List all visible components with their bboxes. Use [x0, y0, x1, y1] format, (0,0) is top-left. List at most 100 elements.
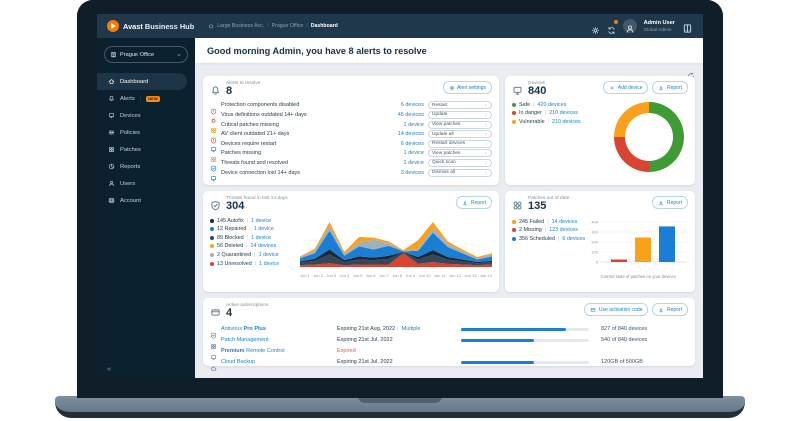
shield-alert-icon: [210, 131, 217, 138]
patches-card: Patches out of date 135 Report 245 Faile…: [505, 191, 695, 292]
subscription-name-link[interactable]: Cloud Backup: [221, 359, 333, 365]
alert-action-select[interactable]: View patches: [428, 121, 492, 129]
legend-devices-link[interactable]: 1 device: [259, 261, 279, 267]
sidebar-item-alerts[interactable]: Alerts|NEW: [97, 90, 187, 107]
sidebar-item-dashboard[interactable]: Dashboard: [97, 73, 187, 90]
alert-action-label: Quick scan: [432, 160, 456, 165]
chevron-down-icon: [484, 123, 488, 127]
greeting-banner: Good morning Admin, you have 8 alerts to…: [195, 38, 703, 63]
account-icon: [108, 197, 115, 204]
alert-action-select[interactable]: View patches: [428, 149, 492, 157]
alert-action-select[interactable]: Restart devices: [428, 140, 492, 148]
alert-devices-link[interactable]: 1 device: [380, 150, 424, 156]
devices-donut-chart: [614, 102, 684, 172]
alert-label: Critical patches missing: [221, 122, 376, 128]
expiry-multiple-link[interactable]: Multiple: [402, 326, 421, 332]
legend-dot: [210, 219, 214, 223]
chevron-down-icon: [484, 142, 488, 146]
sidebar-item-label: Patches: [120, 147, 141, 153]
resources-icon[interactable]: [682, 21, 693, 32]
subscription-usage-bar: [461, 339, 589, 342]
legend-item: Safe|420 devices: [512, 102, 581, 108]
alert-action-select[interactable]: Update all: [428, 130, 492, 138]
breadcrumb-item[interactable]: Prague Office: [272, 23, 304, 29]
legend-label: 245 Failed: [519, 219, 544, 225]
alert-devices-link[interactable]: 45 devices: [380, 112, 424, 118]
notification-dot: [614, 20, 618, 24]
legend-item: 89 Blocked|1 device: [210, 235, 296, 241]
legend-item: Vulnerable|210 devices: [512, 119, 581, 125]
sidebar-item-policies[interactable]: Policies: [97, 124, 187, 141]
threats-report-button[interactable]: Report: [456, 196, 492, 209]
alert-action-select[interactable]: Dismiss all: [428, 169, 492, 177]
patches-report-button[interactable]: Report: [652, 196, 688, 209]
alert-devices-link[interactable]: 6 devices: [380, 102, 424, 108]
legend-devices-link[interactable]: 14 devices: [552, 219, 578, 225]
legend-devices-link[interactable]: 1 device: [251, 235, 271, 241]
alert-row: Virus definitions outdated 14+ days45 de…: [210, 110, 492, 120]
alert-devices-link[interactable]: 6 devices: [380, 141, 424, 147]
alert-action-select[interactable]: Update: [428, 111, 492, 119]
user-menu[interactable]: Admin User Global Admin: [644, 20, 675, 32]
avatar[interactable]: [623, 19, 637, 33]
legend-devices-link[interactable]: 123 devices: [549, 227, 578, 233]
alert-devices-link[interactable]: 14 devices: [380, 131, 424, 137]
x-axis-label: Jun 7: [379, 273, 389, 278]
brand-logo[interactable]: Avast Business Hub: [107, 20, 194, 32]
alert-settings-button[interactable]: Alert settings: [443, 81, 492, 94]
sidebar: Prague Office DashboardAlerts|NEWDevices…: [97, 38, 195, 378]
chevron-down-icon: [484, 103, 488, 107]
shield-check-icon: [210, 159, 217, 166]
nav-separator: |: [140, 96, 141, 102]
sync-notification-icon[interactable]: [607, 22, 616, 31]
x-axis-label: Jun 1: [300, 273, 310, 278]
subscription-row: Premium Remote ControlExpired: [210, 346, 688, 357]
org-selector[interactable]: Prague Office: [104, 46, 188, 63]
use-activation-code-button[interactable]: Use activation code: [584, 303, 648, 316]
refresh-icon[interactable]: [687, 67, 695, 75]
breadcrumb-item[interactable]: Large Business Acc.: [217, 23, 264, 29]
legend-dot: [210, 244, 214, 248]
x-axis-label: Jun 6: [366, 273, 376, 278]
usage-bar-fill: [461, 361, 534, 364]
alert-row: Critical patches missing 1 device View pat…: [210, 120, 492, 130]
legend-devices-link[interactable]: 210 devices: [549, 110, 578, 116]
settings-icon[interactable]: [591, 22, 600, 31]
alert-label: AV client outdated 21+ days: [221, 131, 376, 137]
legend-devices-link[interactable]: 14 devices: [250, 243, 276, 249]
alert-action-label: Restart: [432, 103, 447, 108]
sidebar-item-account[interactable]: Account: [97, 192, 187, 209]
alert-devices-link[interactable]: 1 device: [380, 122, 424, 128]
subscription-name-link[interactable]: Antivirus Pro Plus: [221, 326, 333, 332]
sidebar-collapse-button[interactable]: «: [107, 364, 111, 373]
subscriptions-report-button[interactable]: Report: [652, 303, 688, 316]
alert-devices-link[interactable]: 3 devices: [380, 170, 424, 176]
legend-devices-link[interactable]: 1 device: [251, 218, 271, 224]
devices-report-button[interactable]: Report: [652, 81, 688, 94]
download-icon: [462, 200, 468, 206]
legend-devices-link[interactable]: 210 devices: [552, 119, 581, 125]
legend-devices-link[interactable]: 420 devices: [538, 102, 567, 108]
alert-action-select[interactable]: Restart: [428, 101, 492, 109]
x-axis-label: Jun 13: [464, 273, 476, 278]
legend-item: In danger|210 devices: [512, 110, 581, 116]
sidebar-item-reports[interactable]: Reports: [97, 158, 187, 175]
subscription-usage-bar: [461, 328, 589, 331]
cloud-icon: [210, 359, 217, 366]
alert-action-select[interactable]: Quick scan: [428, 159, 492, 167]
x-axis-label: Jun 10: [419, 273, 431, 278]
chevron-down-icon: [484, 113, 488, 117]
legend-devices-link[interactable]: 1 device: [259, 252, 279, 258]
legend-devices-link[interactable]: 1 device: [254, 226, 274, 232]
sidebar-item-devices[interactable]: Devices: [97, 107, 187, 124]
alerts-count: 8: [226, 86, 260, 98]
legend-devices-link[interactable]: 6 devices: [562, 236, 585, 242]
sidebar-item-patches[interactable]: Patches: [97, 141, 187, 158]
sidebar-item-users[interactable]: Users: [97, 175, 187, 192]
breadcrumb-item[interactable]: Dashboard: [311, 23, 338, 29]
subscription-name-link[interactable]: Premium Remote Control: [221, 348, 333, 354]
add-device-button[interactable]: Add device: [603, 81, 648, 94]
alert-row: Protection components disabled6 devicesR…: [210, 101, 492, 111]
alert-devices-link[interactable]: 1 device: [380, 160, 424, 166]
subscription-name-link[interactable]: Patch Management: [221, 337, 333, 343]
